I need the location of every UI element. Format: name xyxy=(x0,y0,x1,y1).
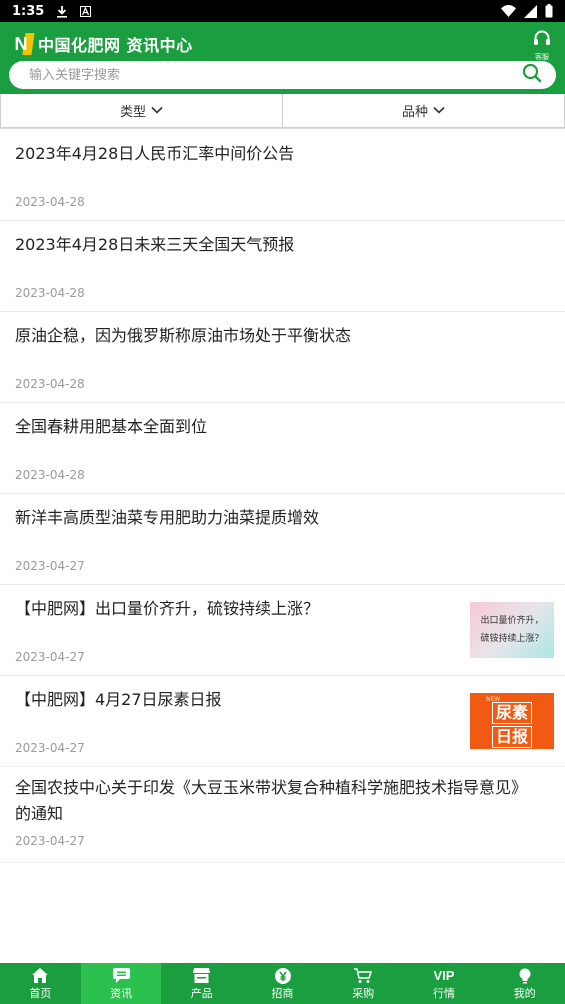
news-date: 2023-04-27 xyxy=(15,559,85,573)
signal-icon xyxy=(524,4,537,18)
news-list: 2023年4月28日人民币汇率中间价公告 2023-04-28 2023年4月2… xyxy=(0,130,565,863)
nav-market[interactable]: VIP 行情 xyxy=(404,963,485,1004)
news-title: 全国农技中心关于印发《大豆玉米带状复合种植科学施肥技术指导意见》的通知 xyxy=(15,778,528,823)
news-date: 2023-04-28 xyxy=(15,377,85,391)
battery-icon xyxy=(545,4,553,18)
chevron-down-icon xyxy=(151,103,163,118)
news-item[interactable]: 原油企稳，因为俄罗斯称原油市场处于平衡状态 2023-04-28 xyxy=(0,312,565,403)
status-time: 1:35 xyxy=(12,3,45,19)
news-date: 2023-04-27 xyxy=(15,834,85,848)
thumbnail-tag: NEW xyxy=(486,696,501,703)
nav-label: 行情 xyxy=(432,986,455,1000)
customer-service-button[interactable]: 客服 xyxy=(531,30,553,61)
filter-variety-label: 品种 xyxy=(401,105,428,120)
news-thumbnail: NEW 尿素 日报 xyxy=(470,693,554,749)
news-item[interactable]: 全国农技中心关于印发《大豆玉米带状复合种植科学施肥技术指导意见》的通知 2023… xyxy=(0,767,565,863)
news-date: 2023-04-28 xyxy=(15,468,85,482)
yen-icon xyxy=(274,967,291,985)
nav-label: 产品 xyxy=(190,986,213,1000)
vip-icon: VIP xyxy=(433,967,455,983)
chat-icon xyxy=(112,967,130,985)
filter-type-label: 类型 xyxy=(119,105,146,120)
news-item[interactable]: 2023年4月28日未来三天全国天气预报 2023-04-28 xyxy=(0,221,565,312)
thumbnail-text: 尿素 xyxy=(491,701,532,724)
filter-variety-dropdown[interactable]: 品种 xyxy=(283,94,565,128)
wifi-icon xyxy=(501,5,516,17)
nav-products[interactable]: 产品 xyxy=(161,963,242,1004)
cart-icon xyxy=(354,967,373,985)
nav-purchase[interactable]: 采购 xyxy=(323,963,404,1004)
nav-investment[interactable]: 招商 xyxy=(242,963,323,1004)
thumbnail-text: 出口量价齐升， xyxy=(480,616,544,626)
news-date: 2023-04-27 xyxy=(15,741,85,755)
news-item[interactable]: 全国春耕用肥基本全面到位 2023-04-28 xyxy=(0,403,565,494)
search-icon[interactable] xyxy=(522,63,542,87)
status-bar: 1:35 xyxy=(0,0,565,22)
nav-label: 招商 xyxy=(271,986,294,1000)
nav-label: 我的 xyxy=(513,986,536,1000)
app-header: N 中国化肥网 资讯中心 客服 xyxy=(0,22,565,94)
news-date: 2023-04-27 xyxy=(15,650,85,664)
nav-home[interactable]: 首页 xyxy=(0,963,81,1004)
nav-label: 资讯 xyxy=(110,986,133,1000)
nav-label: 首页 xyxy=(29,986,52,1000)
home-icon xyxy=(32,967,49,985)
headset-icon xyxy=(533,30,551,51)
news-title: 新洋丰高质型油菜专用肥助力油菜提质增效 xyxy=(15,508,320,527)
lightbulb-icon xyxy=(519,967,531,985)
brand: N 中国化肥网 资讯中心 xyxy=(10,30,193,58)
news-date: 2023-04-28 xyxy=(15,195,85,209)
nav-label: 采购 xyxy=(352,986,375,1000)
chevron-down-icon xyxy=(433,103,445,118)
thumbnail-text: 日报 xyxy=(491,725,532,748)
filter-bar: 类型 品种 xyxy=(0,94,565,129)
app-root: 1:35 N 中国化肥网 资讯中心 客服 输入关键字搜索 类型 品种 2023年… xyxy=(0,0,565,1004)
news-title: 全国春耕用肥基本全面到位 xyxy=(15,417,208,436)
news-title: 【中肥网】4月27日尿素日报 xyxy=(15,690,222,709)
filter-type-dropdown[interactable]: 类型 xyxy=(0,94,283,128)
font-icon xyxy=(80,5,92,17)
news-date: 2023-04-28 xyxy=(15,286,85,300)
store-icon xyxy=(193,967,211,985)
brand-title: 中国化肥网 资讯中心 xyxy=(38,36,193,55)
news-title: 2023年4月28日人民币汇率中间价公告 xyxy=(15,144,295,163)
search-bar[interactable] xyxy=(9,61,556,89)
search-input[interactable] xyxy=(29,67,489,83)
nav-news[interactable]: 资讯 xyxy=(80,963,162,1004)
download-icon xyxy=(56,5,68,18)
bottom-nav: 首页 资讯 产品 招商 采购 VIP 行情 我的 xyxy=(0,963,565,1004)
news-title: 【中肥网】出口量价齐升，硫铵持续上涨？ xyxy=(15,599,320,618)
news-item[interactable]: 新洋丰高质型油菜专用肥助力油菜提质增效 2023-04-27 xyxy=(0,494,565,585)
news-item[interactable]: 2023年4月28日人民币汇率中间价公告 2023-04-28 xyxy=(0,130,565,221)
news-thumbnail: 出口量价齐升， 硫铵持续上涨？ xyxy=(470,602,554,658)
thumbnail-text: 硫铵持续上涨？ xyxy=(480,634,544,644)
news-item[interactable]: 【中肥网】4月27日尿素日报 2023-04-27 NEW 尿素 日报 xyxy=(0,676,565,767)
news-title: 原油企稳，因为俄罗斯称原油市场处于平衡状态 xyxy=(15,326,352,345)
nav-mine[interactable]: 我的 xyxy=(484,963,565,1004)
logo: N xyxy=(10,33,35,55)
news-item[interactable]: 【中肥网】出口量价齐升，硫铵持续上涨？ 2023-04-27 出口量价齐升， 硫… xyxy=(0,585,565,676)
news-title: 2023年4月28日未来三天全国天气预报 xyxy=(15,235,295,254)
